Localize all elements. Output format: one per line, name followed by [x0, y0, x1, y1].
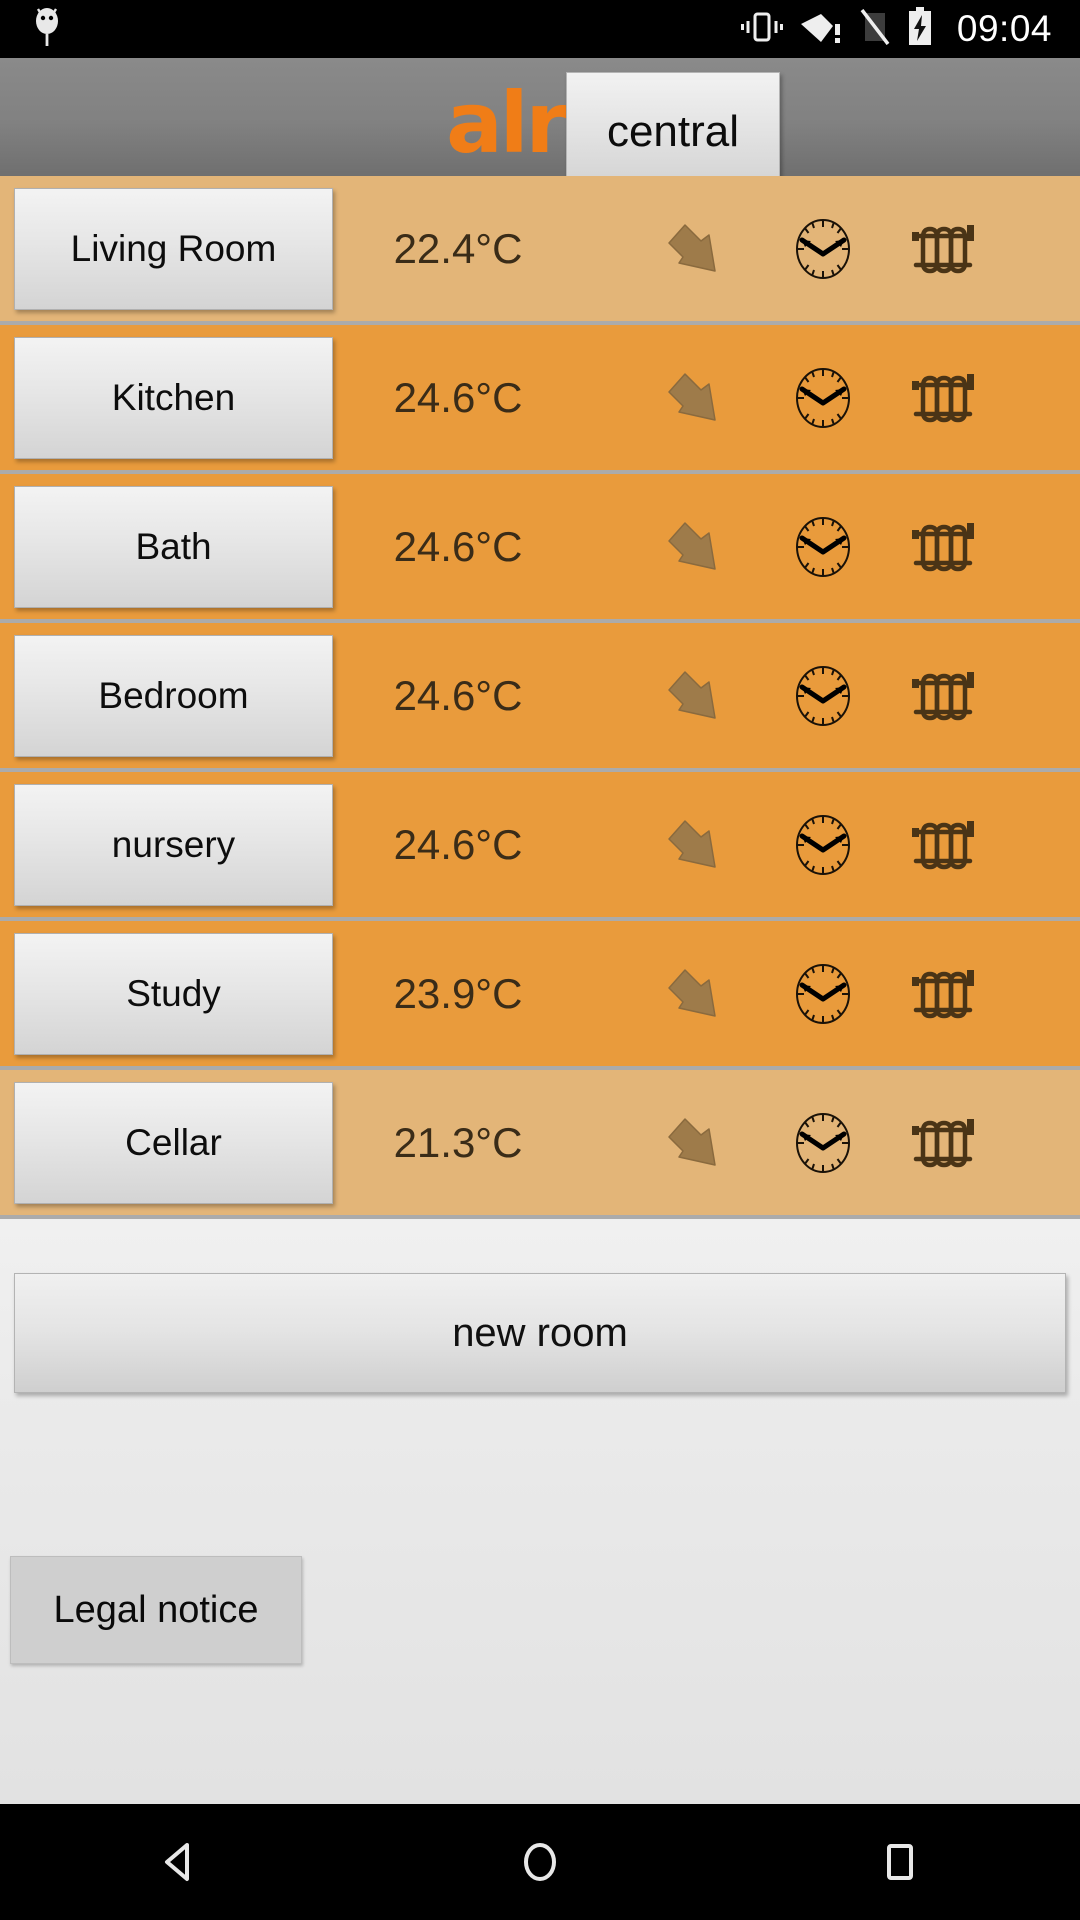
status-bar: 09:04 [0, 0, 1080, 58]
arrow-down-right-icon [668, 819, 716, 868]
new-room-button[interactable]: new room [14, 1273, 1066, 1393]
room-schedule-clock-button[interactable] [768, 641, 878, 751]
room-heating-radiator-button[interactable] [888, 343, 998, 453]
room-temperature: 21.3°C [393, 1118, 523, 1166]
room-mode-arrow-button[interactable] [640, 194, 750, 304]
room-row: Bath 24.6°C [0, 474, 1080, 623]
nav-home-button[interactable] [480, 1804, 600, 1920]
phone-screen: 09:04 alre central Living Room 22.4°C Kit… [0, 0, 1080, 1920]
room-temperature: 24.6°C [393, 671, 523, 719]
room-heating-radiator-button[interactable] [888, 492, 998, 602]
room-heating-radiator-button[interactable] [888, 939, 998, 1049]
room-row: Cellar 21.3°C [0, 1070, 1080, 1219]
arrow-down-right-icon [668, 223, 716, 272]
radiator-icon [912, 224, 974, 273]
room-mode-arrow-button[interactable] [640, 492, 750, 602]
room-schedule-clock-button[interactable] [768, 790, 878, 900]
room-temperature: 24.6°C [393, 373, 523, 421]
arrow-down-right-icon [668, 968, 716, 1017]
radiator-icon [912, 522, 974, 571]
room-heating-radiator-button[interactable] [888, 194, 998, 304]
vibrate-icon [740, 10, 783, 49]
nav-back-button[interactable] [120, 1804, 240, 1920]
room-mode-arrow-button[interactable] [640, 1088, 750, 1198]
clock-icon [796, 963, 850, 1024]
android-bug-icon [30, 6, 64, 53]
room-name-button[interactable]: Bedroom [14, 634, 333, 757]
room-row: Kitchen 24.6°C [0, 325, 1080, 474]
radiator-icon [912, 820, 974, 869]
wifi-alert-icon [799, 10, 843, 49]
room-row: Study 23.9°C [0, 921, 1080, 1070]
arrow-down-right-icon [668, 521, 716, 570]
clock-icon [796, 665, 850, 726]
room-mode-arrow-button[interactable] [640, 939, 750, 1049]
room-heating-radiator-button[interactable] [888, 790, 998, 900]
page-footer-area: new room Legal notice [0, 1219, 1080, 1804]
room-row: Bedroom 24.6°C [0, 623, 1080, 772]
room-name-button[interactable]: Kitchen [14, 336, 333, 459]
arrow-down-right-icon [668, 1117, 716, 1166]
android-nav-bar [0, 1804, 1080, 1920]
room-name-button[interactable]: Living Room [14, 187, 333, 310]
radiator-icon [912, 671, 974, 720]
clock-icon [796, 1112, 850, 1173]
status-bar-right: 09:04 [740, 6, 1080, 52]
room-row: nursery 24.6°C [0, 772, 1080, 921]
room-heating-radiator-button[interactable] [888, 641, 998, 751]
room-name-button[interactable]: Study [14, 932, 333, 1055]
nav-recents-button[interactable] [840, 1804, 960, 1920]
clock-icon [796, 218, 850, 279]
room-mode-arrow-button[interactable] [640, 790, 750, 900]
app-header: alre central [0, 58, 1080, 192]
room-temperature: 23.9°C [393, 969, 523, 1017]
clock-icon [796, 814, 850, 875]
home-circle-icon [524, 1843, 556, 1881]
room-schedule-clock-button[interactable] [768, 939, 878, 1049]
room-schedule-clock-button[interactable] [768, 1088, 878, 1198]
room-name-button[interactable]: nursery [14, 783, 333, 906]
arrow-down-right-icon [668, 372, 716, 421]
status-bar-left [0, 6, 64, 53]
room-name-button[interactable]: Cellar [14, 1081, 333, 1204]
room-schedule-clock-button[interactable] [768, 194, 878, 304]
radiator-icon [912, 373, 974, 422]
room-temperature: 24.6°C [393, 820, 523, 868]
room-mode-arrow-button[interactable] [640, 641, 750, 751]
room-schedule-clock-button[interactable] [768, 492, 878, 602]
room-mode-arrow-button[interactable] [640, 343, 750, 453]
clock-icon [796, 516, 850, 577]
status-bar-clock: 09:04 [956, 8, 1052, 49]
room-list: Living Room 22.4°C Kitchen 24.6°C Bath 2… [0, 176, 1080, 1219]
arrow-down-right-icon [668, 670, 716, 719]
room-heating-radiator-button[interactable] [888, 1088, 998, 1198]
room-temperature: 24.6°C [393, 522, 523, 570]
room-schedule-clock-button[interactable] [768, 343, 878, 453]
battery-charging-icon [907, 6, 933, 52]
legal-notice-button[interactable]: Legal notice [10, 1556, 302, 1664]
radiator-icon [912, 969, 974, 1018]
recents-square-icon [887, 1844, 913, 1880]
central-button[interactable]: central [566, 72, 780, 192]
no-sim-icon [859, 8, 891, 50]
room-row: Living Room 22.4°C [0, 176, 1080, 325]
clock-icon [796, 367, 850, 428]
back-triangle-icon [165, 1843, 189, 1881]
room-temperature: 22.4°C [393, 224, 523, 272]
radiator-icon [912, 1118, 974, 1167]
room-name-button[interactable]: Bath [14, 485, 333, 608]
